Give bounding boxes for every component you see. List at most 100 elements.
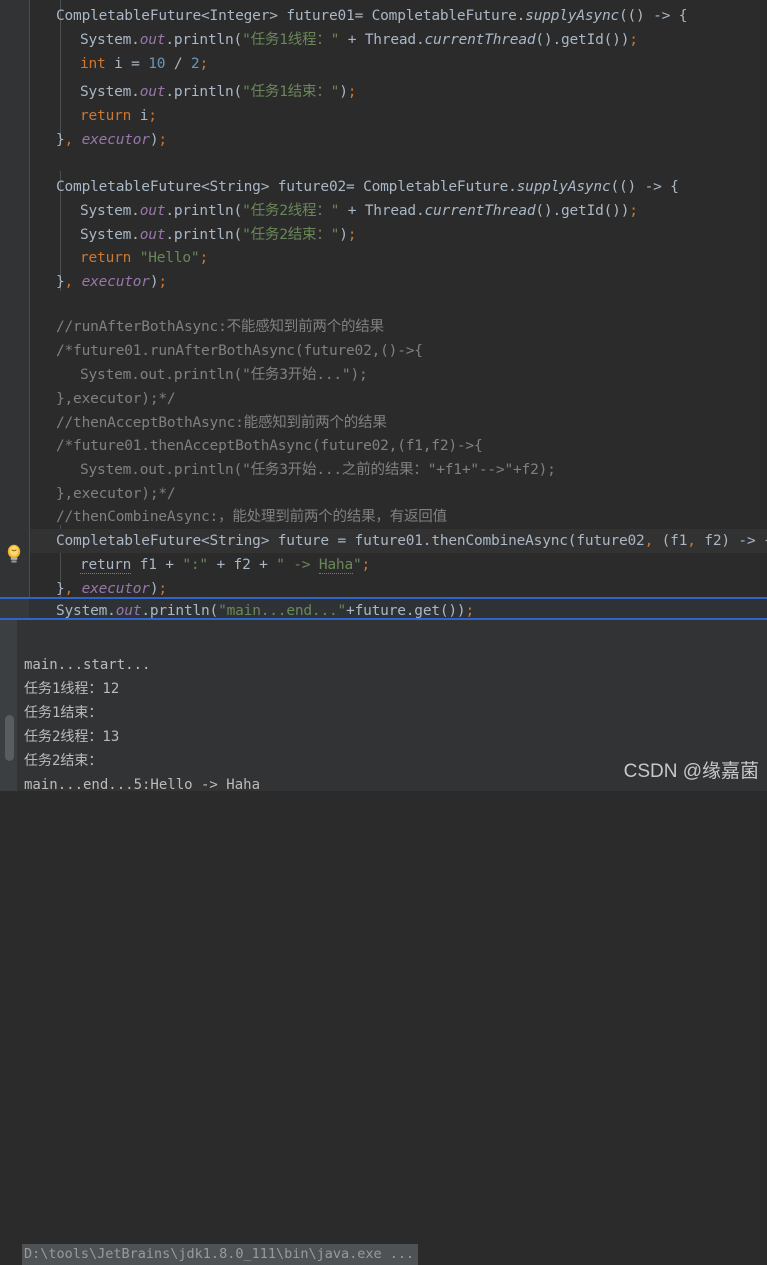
code-token: currentThread xyxy=(424,32,536,48)
code-token: //thenAcceptBothAsync:能感知到前两个的结果 xyxy=(56,415,387,431)
console-output-line: 任务1线程：12 xyxy=(24,681,120,697)
code-folding-strip[interactable] xyxy=(30,0,56,620)
code-token: .println( xyxy=(165,203,243,219)
code-token: +future.get()) xyxy=(346,603,466,619)
code-token: .println( xyxy=(165,84,243,100)
code-token: Haha xyxy=(318,557,353,574)
code-token: CompletableFuture. xyxy=(363,179,517,195)
code-line: }, executor); xyxy=(56,270,167,294)
code-line: return "Hello"; xyxy=(80,246,208,270)
lightbulb-icon[interactable] xyxy=(4,543,24,565)
code-token: return xyxy=(80,250,132,266)
code-token: executor xyxy=(81,274,150,290)
code-line: return f1 + ":" + f2 + " -> Haha"; xyxy=(80,553,370,577)
selected-line-gutter xyxy=(0,599,29,618)
code-token: //runAfterBothAsync:不能感知到前两个的结果 xyxy=(56,319,384,335)
code-token: /*future01.runAfterBothAsync(future02,()… xyxy=(56,343,423,359)
code-token: currentThread xyxy=(424,203,536,219)
code-token: f2) -> { xyxy=(695,533,767,549)
code-token: supplyAsync xyxy=(525,8,619,24)
code-token: out xyxy=(139,203,166,219)
code-line: //runAfterBothAsync:不能感知到前两个的结果 xyxy=(56,315,384,339)
run-console[interactable]: D:\tools\JetBrains\jdk1.8.0_111\bin\java… xyxy=(0,620,767,1265)
code-token: System.out.println("任务3开始..."); xyxy=(80,367,368,383)
code-editor[interactable]: CompletableFuture<Integer> future01= Com… xyxy=(0,0,767,620)
code-token: "Hello" xyxy=(139,250,200,266)
code-token: //thenCombineAsync:，能处理到前两个的结果，有返回值 xyxy=(56,509,447,525)
code-token: },executor);*/ xyxy=(56,391,176,407)
code-line: //thenCombineAsync:，能处理到前两个的结果，有返回值 xyxy=(56,505,447,529)
code-token: future01 xyxy=(286,8,355,24)
code-token: ; xyxy=(629,32,638,48)
code-token: , xyxy=(64,132,74,148)
code-token: ; xyxy=(347,84,357,100)
code-token: .println( xyxy=(141,603,219,619)
code-token: , xyxy=(64,274,74,290)
code-token: f1 + xyxy=(131,557,183,573)
code-token: } xyxy=(56,581,65,597)
code-token: out xyxy=(139,227,166,243)
code-token: ) xyxy=(339,227,348,243)
code-line: return i; xyxy=(80,104,157,128)
code-line: System.out.println("任务3开始...之前的结果："+f1+"… xyxy=(80,458,556,482)
code-token: , xyxy=(64,581,74,597)
code-line: }, executor); xyxy=(56,128,167,152)
editor-gutter[interactable] xyxy=(0,0,29,620)
console-scrollbar-thumb[interactable] xyxy=(5,715,14,761)
code-token: ().getId()) xyxy=(535,32,630,48)
selected-code-line[interactable]: System.out.println("main...end..."+futur… xyxy=(0,597,767,620)
code-line: System.out.println("任务2线程：" + Thread.cur… xyxy=(80,199,638,223)
code-token: , xyxy=(644,533,654,549)
code-line: System.out.println("任务1线程：" + Thread.cur… xyxy=(80,28,638,52)
code-token: = xyxy=(354,8,372,24)
console-output-line: 任务2线程：13 xyxy=(24,729,120,745)
code-token: ; xyxy=(199,56,208,72)
code-line: System.out.println("任务2结束："); xyxy=(80,223,356,247)
code-token: "main...end..." xyxy=(218,603,347,619)
code-token: i xyxy=(131,108,149,124)
code-line: int i = 10 / 2; xyxy=(80,52,208,76)
code-token: (() -> { xyxy=(619,8,688,24)
code-token: ().getId()) xyxy=(535,203,630,219)
code-token: executor xyxy=(81,581,150,597)
console-output-line: main...start... xyxy=(24,657,151,673)
code-line: System.out.println("任务1结束："); xyxy=(80,80,356,104)
code-token: ; xyxy=(629,203,638,219)
code-token: /*future01.thenAcceptBothAsync(future02,… xyxy=(56,438,483,454)
watermark-label: CSDN @缘嘉菌 xyxy=(623,761,759,782)
code-token: System. xyxy=(80,227,140,243)
code-token: " -> xyxy=(276,557,319,573)
code-token: ; xyxy=(361,557,371,573)
code-token: "任务1线程：" xyxy=(242,32,340,48)
code-token: future02 xyxy=(277,179,347,195)
code-token: " xyxy=(353,557,362,573)
code-token: ; xyxy=(199,250,208,266)
code-line: CompletableFuture<Integer> future01= Com… xyxy=(56,4,687,28)
code-token: return xyxy=(80,557,132,574)
code-token: executor xyxy=(81,132,150,148)
code-token: ; xyxy=(158,132,167,148)
code-token: "任务1结束：" xyxy=(242,84,340,100)
code-token: out xyxy=(139,32,166,48)
code-line: /*future01.thenAcceptBothAsync(future02,… xyxy=(56,434,483,458)
code-token: (f1 xyxy=(653,533,688,549)
code-token: + f2 + xyxy=(207,557,277,573)
code-token: out xyxy=(139,84,166,100)
console-output-line: 任务1结束： xyxy=(24,705,103,721)
code-line: System.out.println("任务3开始..."); xyxy=(80,363,368,387)
console-output-line: 任务2结束： xyxy=(24,753,103,769)
code-line: },executor);*/ xyxy=(56,387,176,411)
code-line: /*future01.runAfterBothAsync(future02,()… xyxy=(56,339,423,363)
console-command-line: D:\tools\JetBrains\jdk1.8.0_111\bin\java… xyxy=(22,1244,419,1265)
code-token: .println( xyxy=(165,32,243,48)
code-line: },executor);*/ xyxy=(56,482,176,506)
code-token: ":" xyxy=(182,557,208,573)
code-token: System. xyxy=(56,603,116,619)
code-token: "任务2线程：" xyxy=(242,203,340,219)
code-token: CompletableFuture<String> xyxy=(56,179,278,195)
code-token: ; xyxy=(347,227,357,243)
code-token: + Thread. xyxy=(339,203,425,219)
